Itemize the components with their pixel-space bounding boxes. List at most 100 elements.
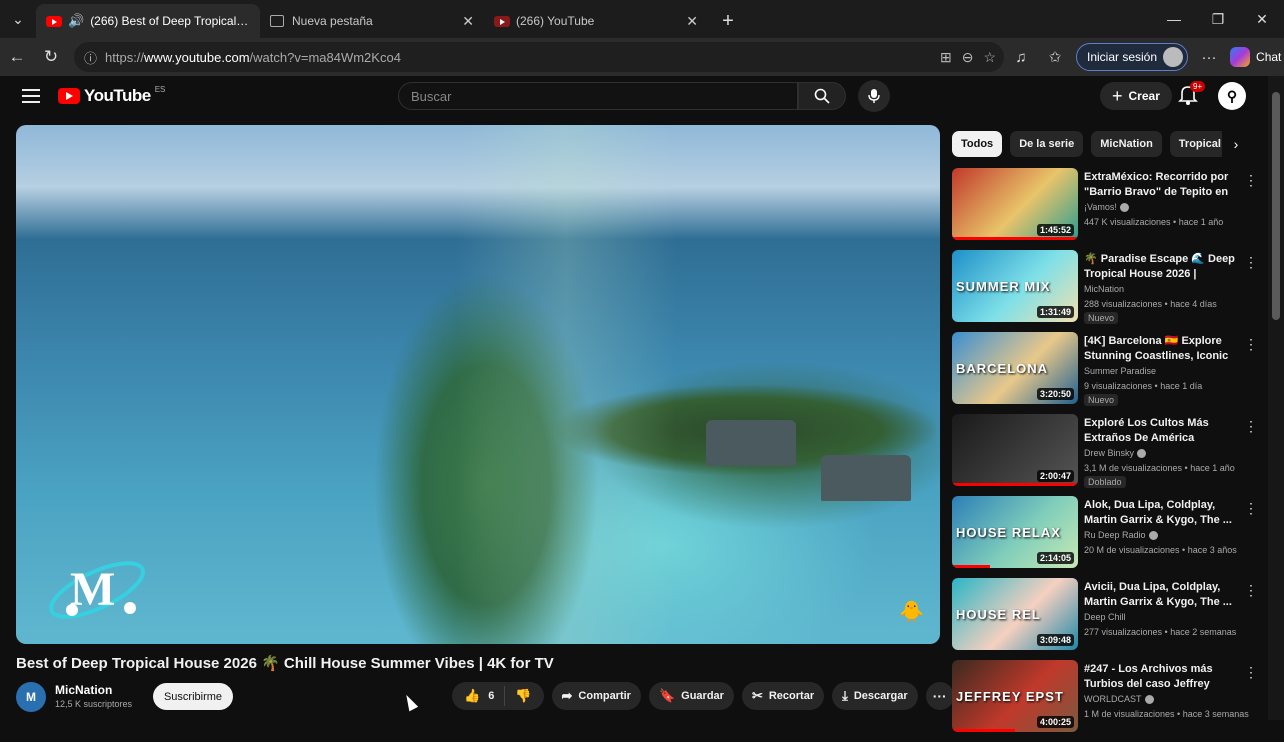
recommended-video[interactable]: SUMMER MIX 1:31:49 🌴 Paradise Escape 🌊 D… bbox=[952, 250, 1258, 326]
tab-actions-menu-icon[interactable]: ⌄ bbox=[0, 0, 36, 38]
search-input[interactable]: Buscar bbox=[398, 82, 798, 110]
video-thumbnail[interactable]: BARCELONA 3:20:50 bbox=[952, 332, 1078, 404]
video-thumbnail[interactable]: SUMMER MIX 1:31:49 bbox=[952, 250, 1078, 322]
zoom-icon[interactable]: ⊖ bbox=[962, 49, 974, 66]
recommended-video-title[interactable]: 🌴 Paradise Escape 🌊 Deep Tropical House … bbox=[1084, 252, 1238, 282]
save-button[interactable]: 🔖 Guardar bbox=[648, 682, 734, 710]
youtube-logo[interactable]: YouTube ES bbox=[58, 85, 165, 106]
user-avatar[interactable]: ⚲ bbox=[1218, 82, 1246, 110]
recommended-video[interactable]: JEFFREY EPST 4:00:25 #247 - Los Archivos… bbox=[952, 660, 1258, 736]
video-player[interactable]: M 🐥 bbox=[16, 125, 940, 644]
chip-de-la-serie[interactable]: De la serie bbox=[1010, 131, 1084, 157]
watch-progress-bar bbox=[952, 483, 1078, 486]
video-badge: Doblado bbox=[1084, 476, 1126, 488]
dislike-button[interactable]: 👎 bbox=[505, 688, 543, 704]
new-tab-button[interactable]: + bbox=[708, 4, 748, 38]
channel-avatar[interactable]: M bbox=[16, 682, 46, 712]
recommended-channel-name[interactable]: MicNation bbox=[1084, 284, 1124, 294]
extensions-icon[interactable]: ♫ bbox=[1008, 44, 1034, 70]
create-button[interactable]: + Crear bbox=[1100, 82, 1172, 110]
copilot-chat-button[interactable]: Chat bbox=[1230, 47, 1281, 67]
chip-tropical-house[interactable]: Tropical ho bbox=[1169, 131, 1222, 157]
video-duration: 3:09:48 bbox=[1036, 634, 1074, 646]
scrollbar-thumb[interactable] bbox=[1272, 92, 1280, 320]
recommended-video-title[interactable]: ExtraMéxico: Recorrido por "Barrio Bravo… bbox=[1084, 170, 1238, 200]
thumbnail-text: SUMMER MIX bbox=[956, 278, 1051, 294]
signin-button[interactable]: Iniciar sesión bbox=[1076, 43, 1189, 71]
page-scrollbar[interactable] bbox=[1268, 76, 1284, 720]
share-button[interactable]: ➦ Compartir bbox=[551, 682, 641, 710]
kebab-menu-icon[interactable]: ⋮ bbox=[1244, 254, 1258, 271]
recommended-video[interactable]: HOUSE RELAX 2:14:05 Alok, Dua Lipa, Cold… bbox=[952, 496, 1258, 572]
recommended-video-title[interactable]: Avicii, Dua Lipa, Coldplay, Martin Garri… bbox=[1084, 580, 1238, 610]
browser-tab-active[interactable]: 🔊 (266) Best of Deep Tropical House 2026 bbox=[36, 4, 260, 38]
video-thumbnail[interactable]: 1:45:52 bbox=[952, 168, 1078, 240]
reload-button[interactable]: ↻ bbox=[34, 42, 68, 72]
verified-icon bbox=[1148, 531, 1158, 541]
recommended-channel-name[interactable]: WORLDCAST bbox=[1084, 694, 1154, 705]
recommended-video[interactable]: 2:00:47 Exploré Los Cultos Más Extraños … bbox=[952, 414, 1258, 490]
chevron-right-icon[interactable]: › bbox=[1226, 131, 1246, 157]
recommended-channel-name[interactable]: ¡Vamos! bbox=[1084, 202, 1129, 213]
scissors-icon: ✂ bbox=[751, 688, 763, 703]
page-icon bbox=[270, 15, 284, 27]
speaker-icon[interactable]: 🔊 bbox=[68, 13, 84, 29]
channel-label: WORLDCAST bbox=[1084, 694, 1142, 704]
recommended-channel-name[interactable]: Deep Chill bbox=[1084, 612, 1126, 622]
search-button[interactable] bbox=[798, 82, 846, 110]
recommended-video-title[interactable]: Alok, Dua Lipa, Coldplay, Martin Garrix … bbox=[1084, 498, 1238, 528]
app-install-icon[interactable]: ⊞ bbox=[940, 49, 952, 66]
channel-label: MicNation bbox=[1084, 284, 1125, 294]
video-actions: 👍 6 👎 ➦ Compartir 🔖 Guardar ✂ Recortar ⤓… bbox=[452, 682, 954, 710]
recommended-video[interactable]: HOUSE REL 3:09:48 Avicii, Dua Lipa, Cold… bbox=[952, 578, 1258, 654]
minimize-icon[interactable]: — bbox=[1152, 0, 1196, 38]
video-thumbnail[interactable]: 2:00:47 bbox=[952, 414, 1078, 486]
kebab-menu-icon[interactable]: ⋮ bbox=[1244, 172, 1258, 189]
close-tab-icon[interactable]: ✕ bbox=[686, 13, 698, 30]
download-button[interactable]: ⤓ Descargar bbox=[832, 682, 918, 710]
watch-progress-bar bbox=[952, 565, 990, 568]
browser-tab-new-tab[interactable]: Nueva pestaña ✕ bbox=[260, 4, 484, 38]
recommended-video-title[interactable]: [4K] Barcelona 🇪🇸 Explore Stunning Coast… bbox=[1084, 334, 1238, 364]
favorites-icon[interactable]: ✩ bbox=[1042, 44, 1068, 70]
favorite-star-icon[interactable]: ☆ bbox=[983, 49, 996, 66]
restore-icon[interactable]: ❐ bbox=[1196, 0, 1240, 38]
chip-micnation[interactable]: MicNation bbox=[1091, 131, 1162, 157]
address-bar[interactable]: ⓘ https://www.youtube.com/watch?v=ma84Wm… bbox=[74, 42, 1004, 72]
video-thumbnail[interactable]: HOUSE REL 3:09:48 bbox=[952, 578, 1078, 650]
recommended-channel-name[interactable]: Summer Paradise bbox=[1084, 366, 1156, 376]
notifications-button[interactable]: 9+ bbox=[1178, 81, 1206, 108]
more-menu-icon[interactable]: ··· bbox=[1196, 44, 1222, 70]
kebab-menu-icon[interactable]: ⋮ bbox=[1244, 664, 1258, 681]
thumbnail-text: JEFFREY EPST bbox=[956, 688, 1064, 704]
chip-todos[interactable]: Todos bbox=[952, 131, 1003, 157]
voice-search-button[interactable] bbox=[858, 80, 890, 112]
video-thumbnail[interactable]: HOUSE RELAX 2:14:05 bbox=[952, 496, 1078, 568]
recommended-video[interactable]: 1:45:52 ExtraMéxico: Recorrido por "Barr… bbox=[952, 168, 1258, 244]
recommended-video[interactable]: BARCELONA 3:20:50 [4K] Barcelona 🇪🇸 Expl… bbox=[952, 332, 1258, 408]
plus-icon: + bbox=[1112, 85, 1123, 106]
recommended-video-meta: 3,1 M de visualizaciones • hace 1 año bbox=[1084, 463, 1235, 473]
close-tab-icon[interactable]: ✕ bbox=[462, 13, 474, 30]
kebab-menu-icon[interactable]: ⋮ bbox=[1244, 336, 1258, 353]
more-actions-button[interactable]: ··· bbox=[925, 682, 954, 710]
like-button[interactable]: 👍 6 bbox=[452, 686, 506, 706]
back-button[interactable]: ← bbox=[0, 42, 34, 72]
channel-name[interactable]: MicNation bbox=[55, 683, 112, 697]
kebab-menu-icon[interactable]: ⋮ bbox=[1244, 582, 1258, 599]
kebab-menu-icon[interactable]: ⋮ bbox=[1244, 418, 1258, 435]
browser-tab-youtube[interactable]: (266) YouTube ✕ bbox=[484, 4, 708, 38]
share-icon: ➦ bbox=[561, 688, 573, 703]
recommended-video-title[interactable]: #247 - Los Archivos más Turbios del caso… bbox=[1084, 662, 1238, 692]
site-info-icon[interactable]: ⓘ bbox=[84, 48, 97, 67]
clip-button[interactable]: ✂ Recortar bbox=[741, 682, 825, 710]
recommended-video-title[interactable]: Exploré Los Cultos Más Extraños De Améri… bbox=[1084, 416, 1238, 446]
subscribe-button[interactable]: Suscribirme bbox=[153, 683, 233, 710]
video-thumbnail[interactable]: JEFFREY EPST 4:00:25 bbox=[952, 660, 1078, 732]
recommended-channel-name[interactable]: Ru Deep Radio bbox=[1084, 530, 1158, 541]
thumbnail-text: HOUSE REL bbox=[956, 606, 1041, 622]
close-window-icon[interactable]: ✕ bbox=[1240, 0, 1284, 38]
menu-icon[interactable] bbox=[20, 86, 42, 106]
kebab-menu-icon[interactable]: ⋮ bbox=[1244, 500, 1258, 517]
recommended-channel-name[interactable]: Drew Binsky bbox=[1084, 448, 1147, 459]
